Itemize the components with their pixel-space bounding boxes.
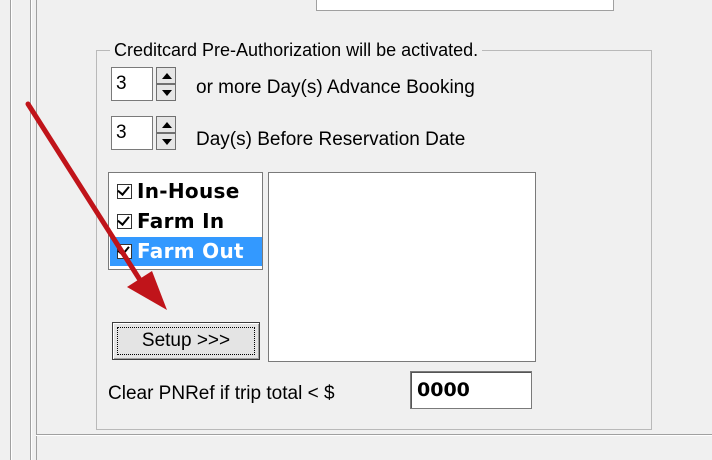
- checklist-item-label: In-House: [137, 179, 240, 203]
- before-reservation-label: Day(s) Before Reservation Date: [196, 129, 466, 150]
- triangle-down-icon: [162, 90, 172, 96]
- advance-booking-spinner[interactable]: [156, 67, 176, 101]
- pnref-amount-value: 0000: [417, 379, 470, 401]
- clear-pnref-label: Clear PNRef if trip total < $: [108, 383, 335, 404]
- panel-border-left-highlight: [31, 0, 32, 460]
- checklist-item-in-house[interactable]: In-House: [110, 177, 262, 206]
- setup-button-label: Setup >>>: [141, 330, 231, 351]
- checklist-item-farm-in[interactable]: Farm In: [110, 207, 262, 236]
- advance-booking-up-button[interactable]: [156, 67, 176, 84]
- checklist-item-label: Farm In: [137, 209, 225, 233]
- panel-bottom-highlight: [36, 435, 712, 436]
- checklist-item-farm-out[interactable]: Farm Out: [110, 237, 262, 266]
- advance-booking-label: or more Day(s) Advance Booking: [196, 77, 475, 98]
- advance-booking-down-button[interactable]: [156, 84, 176, 101]
- top-text-field[interactable]: [316, 0, 614, 11]
- advance-booking-days-input[interactable]: 3: [111, 67, 153, 101]
- groupbox-title: Creditcard Pre-Authorization will be act…: [110, 38, 483, 62]
- setup-details-listbox[interactable]: [268, 172, 536, 362]
- checkbox[interactable]: [117, 243, 132, 259]
- window-border-outer-highlight: [11, 0, 12, 460]
- advance-booking-days-value: 3: [116, 73, 127, 94]
- checkbox[interactable]: [117, 213, 132, 229]
- before-reservation-days-input[interactable]: 3: [111, 116, 153, 150]
- checklist-item-label: Farm Out: [137, 239, 244, 263]
- triangle-up-icon: [162, 122, 172, 128]
- triangle-up-icon: [162, 73, 172, 79]
- checkmark-icon: [117, 213, 130, 226]
- checkmark-icon: [117, 183, 130, 196]
- before-reservation-up-button[interactable]: [156, 116, 176, 133]
- before-reservation-down-button[interactable]: [156, 133, 176, 150]
- setup-button[interactable]: Setup >>>: [112, 322, 260, 360]
- triangle-down-icon: [162, 139, 172, 145]
- before-reservation-spinner[interactable]: [156, 116, 176, 150]
- booking-type-checklist[interactable]: In-House Farm In Farm Out: [108, 172, 263, 270]
- checkbox[interactable]: [117, 183, 132, 199]
- pnref-amount-input[interactable]: 0000: [410, 371, 532, 409]
- checkmark-icon: [117, 243, 130, 256]
- panel-border-inner: [36, 0, 37, 460]
- before-reservation-days-value: 3: [116, 122, 127, 143]
